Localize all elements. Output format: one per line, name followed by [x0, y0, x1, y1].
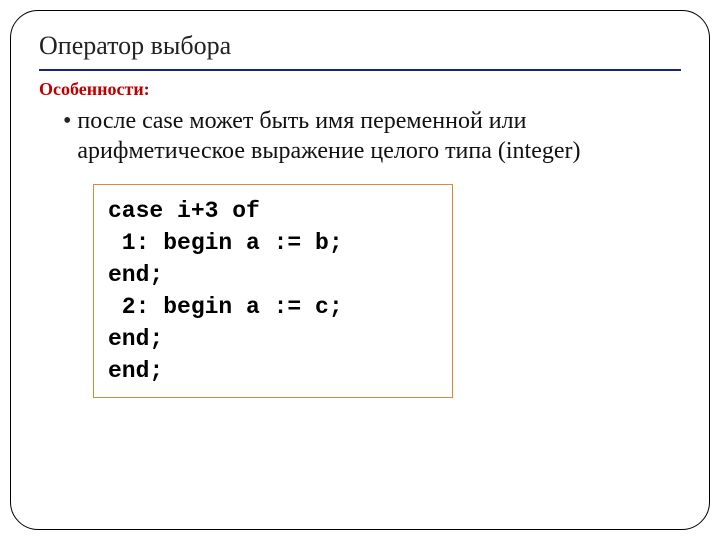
bullet-dot-icon: •: [63, 106, 71, 136]
code-box: case i+3 of 1: begin a := b; end; 2: beg…: [93, 184, 453, 398]
code-line: end;: [108, 323, 438, 355]
bullet-text: после case может быть имя переменной или…: [77, 106, 681, 166]
bullet-item: • после case может быть имя переменной и…: [63, 106, 681, 166]
code-line: 1: begin a := b;: [108, 227, 438, 259]
slide-frame: Оператор выбора Особенности: • после cas…: [10, 10, 710, 530]
bullet-block: • после case может быть имя переменной и…: [63, 106, 681, 166]
code-line: end;: [108, 259, 438, 291]
code-line: case i+3 of: [108, 195, 438, 227]
code-line: end;: [108, 355, 438, 387]
slide-title: Оператор выбора: [39, 31, 681, 71]
code-line: 2: begin a := c;: [108, 291, 438, 323]
slide-subtitle: Особенности:: [39, 79, 681, 100]
